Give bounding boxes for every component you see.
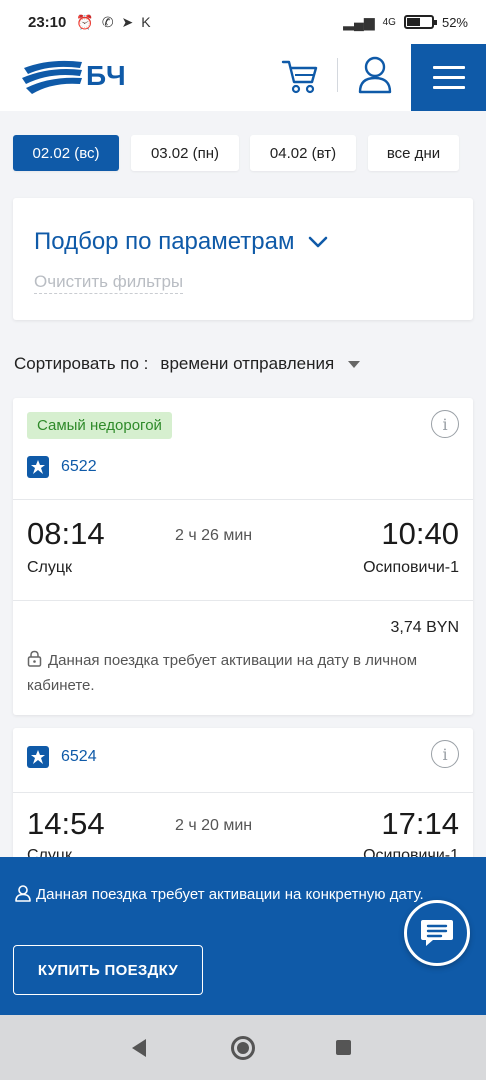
battery-icon xyxy=(403,15,437,29)
arrival-time: 17:14 xyxy=(381,806,459,841)
alarm-icon: ⏰ xyxy=(76,13,94,30)
user-outline-icon xyxy=(15,885,31,902)
logo-mark-icon xyxy=(22,60,82,94)
menu-button[interactable] xyxy=(411,44,486,111)
back-icon[interactable] xyxy=(132,1039,146,1057)
chat-icon xyxy=(421,920,453,946)
departure-time: 14:54 xyxy=(27,806,105,841)
arrival-time: 10:40 xyxy=(381,516,459,551)
train-number: 6522 xyxy=(61,458,97,475)
filter-panel: Подбор по параметрам Очистить фильтры xyxy=(13,198,473,320)
cart-icon xyxy=(281,60,318,94)
caret-down-icon xyxy=(348,360,361,368)
trip-duration: 2 ч 26 мин xyxy=(175,527,253,544)
cart-button[interactable] xyxy=(280,56,320,101)
whatsapp-icon: ✆ xyxy=(101,13,114,30)
header-divider xyxy=(337,58,338,92)
card-divider xyxy=(13,792,473,793)
status-notification-icons: ⏰ ✆ ➤ K xyxy=(76,14,150,31)
user-icon xyxy=(358,56,392,94)
departure-time: 08:14 xyxy=(27,516,105,551)
lock-icon xyxy=(27,650,42,667)
status-time: 23:10 xyxy=(28,13,67,31)
info-icon[interactable]: i xyxy=(431,410,459,438)
activation-note-text: Данная поездка требует активации на дату… xyxy=(27,652,418,694)
status-right: ▂▄▆ 4G 52% xyxy=(343,14,468,31)
profile-button[interactable] xyxy=(357,54,393,101)
date-tab-2[interactable]: 04.02 (вт) xyxy=(250,135,356,171)
trip-card[interactable]: i 6524 14:54 2 ч 20 мин 17:14 Слуцк Осип… xyxy=(13,728,473,868)
filter-toggle[interactable]: Подбор по параметрам xyxy=(34,228,328,256)
buy-trip-button[interactable]: КУПИТЬ ПОЕЗДКУ xyxy=(13,945,203,995)
menu-icon xyxy=(432,66,465,69)
train-info: 6522 xyxy=(27,456,97,478)
trip-card[interactable]: Самый недорогой i 6522 08:14 2 ч 26 мин … xyxy=(13,398,473,715)
bottom-activation-note: Данная поездка требует активации на конк… xyxy=(14,884,434,906)
home-icon[interactable] xyxy=(231,1036,255,1060)
bch-logo[interactable]: БЧ xyxy=(20,54,127,98)
sort-value: времени отправления xyxy=(160,354,335,373)
recent-apps-icon[interactable] xyxy=(336,1040,351,1055)
train-type-icon xyxy=(27,746,49,768)
battery-percent: 52% xyxy=(441,14,468,30)
sort-control[interactable]: Сортировать по : времени отправления xyxy=(14,354,361,374)
date-tab-0[interactable]: 02.02 (вс) xyxy=(13,135,119,171)
activation-note: Данная поездка требует активации на дату… xyxy=(27,648,427,698)
arrival-station: Осиповичи-1 xyxy=(363,559,459,576)
sort-label: Сортировать по : xyxy=(14,354,149,373)
departure-station: Слуцк xyxy=(27,559,73,576)
train-info: 6524 xyxy=(27,746,97,768)
trip-duration: 2 ч 20 мин xyxy=(175,817,253,834)
card-divider xyxy=(13,600,473,601)
app-header: БЧ xyxy=(0,44,486,111)
signal-icon: ▂▄▆ xyxy=(343,13,375,30)
trip-price: 3,74 BYN xyxy=(390,619,459,636)
date-tab-1[interactable]: 03.02 (пн) xyxy=(131,135,239,171)
network-label: 4G xyxy=(382,16,396,28)
info-icon[interactable]: i xyxy=(431,740,459,768)
clear-filters-link[interactable]: Очистить фильтры xyxy=(34,272,184,294)
logo-text: БЧ xyxy=(86,60,127,91)
chat-button[interactable] xyxy=(404,900,470,966)
android-nav-bar xyxy=(0,1015,486,1080)
filter-title: Подбор по параметрам xyxy=(34,228,295,255)
k-app-icon: K xyxy=(141,14,151,30)
bottom-note-text: Данная поездка требует активации на конк… xyxy=(36,886,424,903)
train-type-icon xyxy=(27,456,49,478)
date-tab-all[interactable]: все дни xyxy=(368,135,459,171)
status-bar: 23:10 ⏰ ✆ ➤ K ▂▄▆ 4G 52% xyxy=(0,0,486,44)
train-number: 6524 xyxy=(61,748,97,765)
telegram-icon: ➤ xyxy=(121,13,134,30)
chevron-down-icon xyxy=(309,236,328,248)
card-divider xyxy=(13,499,473,500)
cheapest-badge: Самый недорогой xyxy=(27,412,172,439)
